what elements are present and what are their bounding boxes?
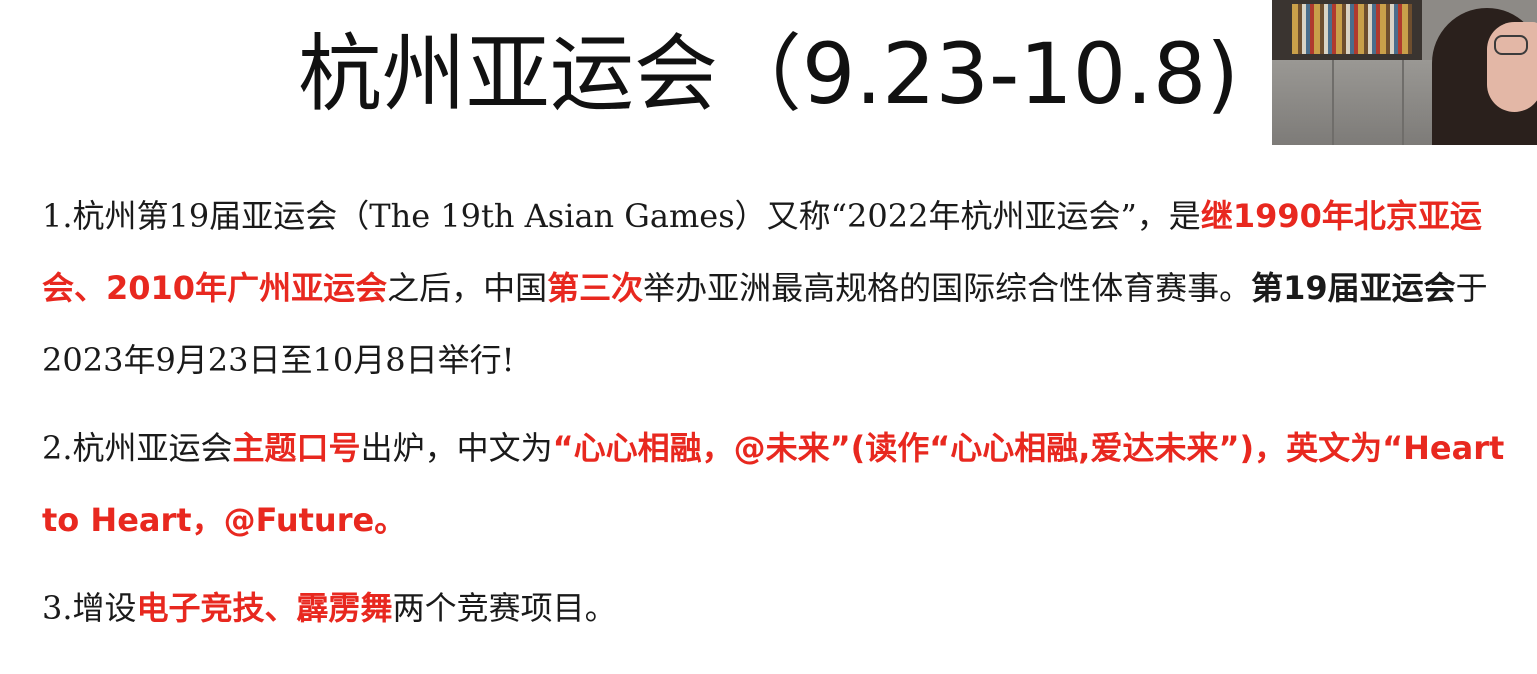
glasses-icon [1494, 35, 1528, 55]
books [1292, 4, 1412, 54]
p1-text-3: 举办亚洲最高规格的国际综合性体育赛事。 [643, 269, 1252, 307]
p1-text-2: 之后，中国 [387, 269, 548, 307]
p3-highlight-1: 电子竞技、霹雳舞 [136, 589, 393, 627]
p3-text-1: 3.增设 [42, 589, 137, 627]
p2-text-2: 出炉，中文为 [360, 429, 553, 467]
webcam-overlay [1272, 0, 1537, 145]
p1-text-1: 1.杭州第19届亚运会（The 19th Asian Games）又称“2022… [42, 197, 1201, 235]
paragraph-1: 1.杭州第19届亚运会（The 19th Asian Games）又称“2022… [42, 180, 1512, 396]
p1-bold-1: 第19届亚运会 [1251, 269, 1456, 307]
cabinet-divider [1402, 60, 1404, 145]
p2-highlight-1: 主题口号 [232, 429, 361, 467]
paragraph-2: 2.杭州亚运会主题口号出炉，中文为“心心相融，@未来”(读作“心心相融,爱达未来… [42, 412, 1512, 556]
presentation-slide: 杭州亚运会（9.23-10.8) 1.杭州第19届亚运会（The 19th As… [0, 0, 1537, 674]
cabinet-divider [1332, 60, 1334, 145]
p2-text-1: 2.杭州亚运会 [42, 429, 233, 467]
p3-text-2: 两个竞赛项目。 [392, 589, 617, 627]
paragraph-3: 3.增设电子竞技、霹雳舞两个竞赛项目。 [42, 572, 1512, 644]
p1-highlight-2: 第三次 [547, 269, 644, 307]
